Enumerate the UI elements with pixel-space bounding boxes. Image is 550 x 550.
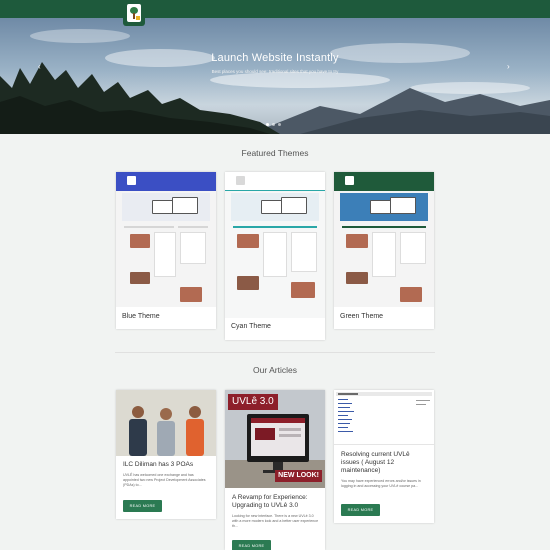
article-title[interactable]: ILC Diliman has 3 POAs <box>123 461 210 469</box>
hero-landscape-image <box>0 29 550 134</box>
theme-card-green[interactable]: Green Theme <box>334 172 434 329</box>
article-card[interactable]: UVLê 3.0 NEW LOOK! A Revamp for Experien… <box>225 390 325 550</box>
theme-screenshot <box>334 172 434 307</box>
version-badge: UVLê 3.0 <box>228 394 278 410</box>
article-card[interactable]: ILC Diliman has 3 POAs UVLÊ has welcomed… <box>116 390 216 519</box>
carousel-indicators <box>266 123 281 126</box>
read-more-button[interactable]: READ MORE <box>341 504 380 516</box>
article-excerpt: You may have experienced errors and/or i… <box>341 479 421 488</box>
read-more-button[interactable]: READ MORE <box>123 500 162 512</box>
read-more-button[interactable]: READ MORE <box>232 540 271 550</box>
top-navbar <box>0 0 550 18</box>
article-excerpt: Looking for new interface. There is a ne… <box>232 514 319 528</box>
our-articles-heading: Our Articles <box>253 365 297 375</box>
new-look-tag: NEW LOOK! <box>275 470 322 482</box>
hero-title: Launch Website Instantly <box>211 52 339 64</box>
theme-screenshot <box>116 172 216 307</box>
theme-label: Green Theme <box>340 313 384 320</box>
carousel-dot[interactable] <box>278 123 281 126</box>
carousel-dot[interactable] <box>272 123 275 126</box>
section-divider <box>115 352 435 353</box>
chevron-right-icon[interactable]: › <box>507 62 510 71</box>
article-title[interactable]: A Revamp for Experience: Upgrading to UV… <box>232 494 319 510</box>
theme-card-cyan[interactable]: Cyan Theme <box>225 172 325 340</box>
site-logo[interactable] <box>123 0 145 26</box>
theme-card-blue[interactable]: Blue Theme <box>116 172 216 329</box>
theme-label: Blue Theme <box>122 313 160 320</box>
article-image <box>334 390 434 445</box>
featured-themes-heading: Featured Themes <box>241 148 309 158</box>
logo-icon <box>127 4 141 22</box>
hero-subtitle: Best places you should see: traditional … <box>211 69 339 74</box>
theme-screenshot <box>225 172 325 318</box>
theme-label: Cyan Theme <box>231 323 271 330</box>
article-image <box>116 390 216 456</box>
article-card[interactable]: Resolving current UVLê issues ( August 1… <box>334 390 434 523</box>
article-excerpt: UVLÊ has welcomed one exchange and has a… <box>123 473 206 487</box>
carousel-dot[interactable] <box>266 123 269 126</box>
chevron-left-icon[interactable]: ‹ <box>38 62 41 71</box>
article-title[interactable]: Resolving current UVLê issues ( August 1… <box>341 451 428 474</box>
hero-carousel: Launch Website Instantly Best places you… <box>0 18 550 134</box>
